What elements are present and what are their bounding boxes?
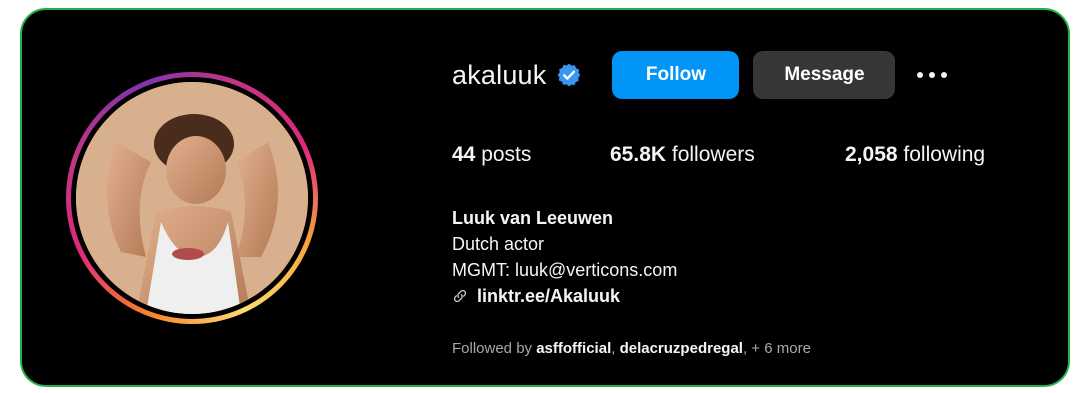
- followers-count: 65.8K: [610, 143, 667, 166]
- followed-by-user-1[interactable]: asffofficial: [536, 340, 611, 357]
- bio-link[interactable]: linktr.ee/Akaluuk: [477, 283, 620, 309]
- profile-info: akaluuk Follow Message 44 posts 65.8K fo…: [452, 10, 1068, 385]
- message-button[interactable]: Message: [753, 51, 896, 99]
- verified-badge-icon: [558, 63, 581, 87]
- link-icon: [453, 289, 467, 303]
- more-options-icon[interactable]: [917, 51, 948, 99]
- followed-by-user-2[interactable]: delacruzpedregal: [620, 340, 743, 357]
- following-stat[interactable]: 2,058 following: [845, 143, 985, 167]
- following-count: 2,058: [845, 143, 898, 166]
- avatar[interactable]: [76, 82, 308, 314]
- followers-label: followers: [666, 143, 755, 166]
- bio-link-row: linktr.ee/Akaluuk: [452, 283, 677, 309]
- profile-stats: 44 posts 65.8K followers 2,058 following: [452, 143, 985, 167]
- avatar-photo-icon: [76, 82, 308, 314]
- following-label: following: [897, 143, 986, 166]
- posts-stat: 44 posts: [452, 143, 610, 167]
- followed-by-separator: ,: [611, 340, 620, 357]
- follow-button[interactable]: Follow: [612, 51, 740, 99]
- bio-line-management: MGMT: luuk@verticons.com: [452, 260, 678, 280]
- more-dot: [917, 72, 924, 78]
- followed-by[interactable]: Followed by asffofficial, delacruzpedreg…: [452, 340, 811, 357]
- username: akaluuk: [452, 59, 547, 90]
- followed-by-prefix: Followed by: [452, 340, 537, 357]
- bio-line-occupation: Dutch actor: [452, 234, 545, 254]
- avatar-gap: [71, 77, 313, 319]
- full-name: Luuk van Leeuwen: [452, 208, 614, 228]
- profile-header-card: akaluuk Follow Message 44 posts 65.8K fo…: [20, 8, 1070, 387]
- posts-count: 44: [452, 143, 476, 166]
- profile-top-row: akaluuk Follow Message: [452, 50, 948, 100]
- followed-by-suffix: , + 6 more: [742, 340, 811, 357]
- more-dot: [941, 72, 948, 78]
- story-ring[interactable]: [66, 72, 318, 324]
- followers-stat[interactable]: 65.8K followers: [610, 143, 845, 167]
- profile-bio: Luuk van Leeuwen Dutch actor MGMT: luuk@…: [452, 205, 677, 309]
- more-dot: [929, 72, 936, 78]
- posts-label: posts: [475, 143, 532, 166]
